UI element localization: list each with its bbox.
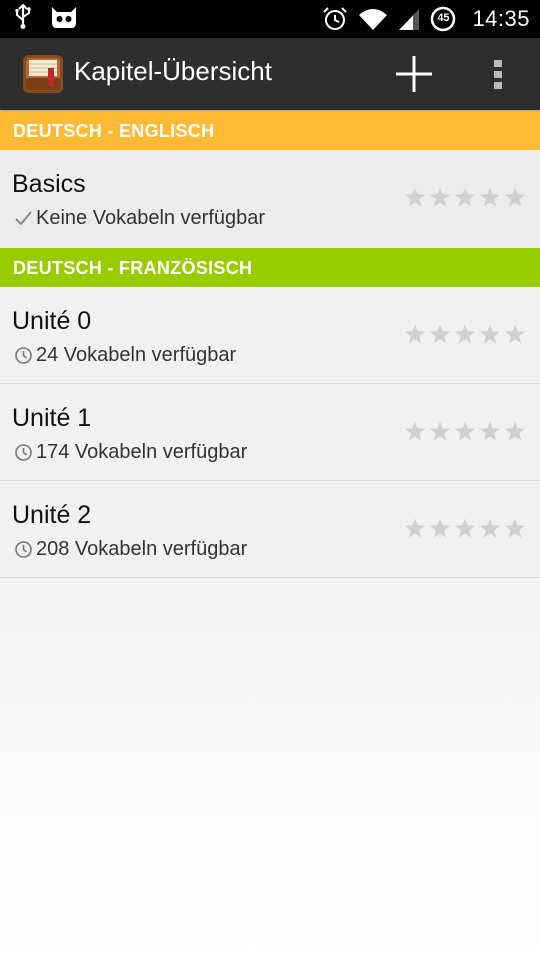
section-header: DEUTSCH - ENGLISCH [0,111,540,150]
star-icon [430,187,450,207]
signal-icon [399,9,420,30]
star-icon [505,187,525,207]
add-icon[interactable] [392,52,436,96]
rating-stars [404,323,526,345]
list-item[interactable]: Basics Keine Vokabeln verfügbar [0,150,540,248]
chapter-status: 174 Vokabeln verfügbar [14,441,247,464]
star-icon [430,324,450,344]
page-title: Kapitel-Übersicht [74,56,272,86]
chapter-status: Keine Vokabeln verfügbar [14,207,265,230]
clock-icon [15,444,32,461]
clock-icon [15,541,32,558]
star-icon [480,324,500,344]
star-icon [480,518,500,538]
check-icon [15,211,32,226]
list-item[interactable]: Unité 1 174 Vokabeln verfügbar [0,384,540,481]
star-icon [480,421,500,441]
chapter-subtitle: 208 Vokabeln verfügbar [36,538,248,560]
wifi-icon [359,9,388,30]
star-icon [430,421,450,441]
chapter-subtitle: 174 Vokabeln verfügbar [36,441,248,463]
battery-icon: 45 [430,6,456,32]
cyanogen-icon [52,7,76,28]
star-icon [505,518,525,538]
section-header: DEUTSCH - FRANZÖSISCH [0,248,540,287]
chapter-status: 208 Vokabeln verfügbar [14,538,247,561]
chapter-title: Unité 1 [12,404,92,432]
chapter-status: 24 Vokabeln verfügbar [14,344,236,367]
alarm-icon [323,7,348,30]
star-icon [430,518,450,538]
clock-icon [15,347,32,364]
star-icon [405,518,425,538]
star-icon [455,324,475,344]
usb-icon [15,4,31,29]
overflow-menu-icon[interactable] [486,52,510,96]
list-item[interactable]: Unité 2 208 Vokabeln verfügbar [0,481,540,578]
status-bar: 45 14:35 [0,0,540,38]
battery-level: 45 [437,12,450,24]
star-icon [455,518,475,538]
chapter-subtitle: 24 Vokabeln verfügbar [36,344,237,366]
clock-time: 14:35 [472,6,530,31]
star-icon [455,421,475,441]
star-icon [405,421,425,441]
chapter-title: Unité 2 [12,501,92,529]
app-icon[interactable] [22,54,64,94]
list-item[interactable]: Unité 0 24 Vokabeln verfügbar [0,287,540,384]
star-icon [505,324,525,344]
rating-stars [404,517,526,539]
rating-stars [404,186,526,208]
chapter-title: Basics [12,170,86,198]
star-icon [405,324,425,344]
star-icon [405,187,425,207]
chapter-title: Unité 0 [12,307,92,335]
star-icon [480,187,500,207]
action-bar: Kapitel-Übersicht [0,38,540,110]
star-icon [455,187,475,207]
chapter-list: DEUTSCH - ENGLISCH Basics Keine Vokabeln… [0,111,540,578]
chapter-subtitle: Keine Vokabeln verfügbar [36,207,266,229]
star-icon [505,421,525,441]
rating-stars [404,420,526,442]
